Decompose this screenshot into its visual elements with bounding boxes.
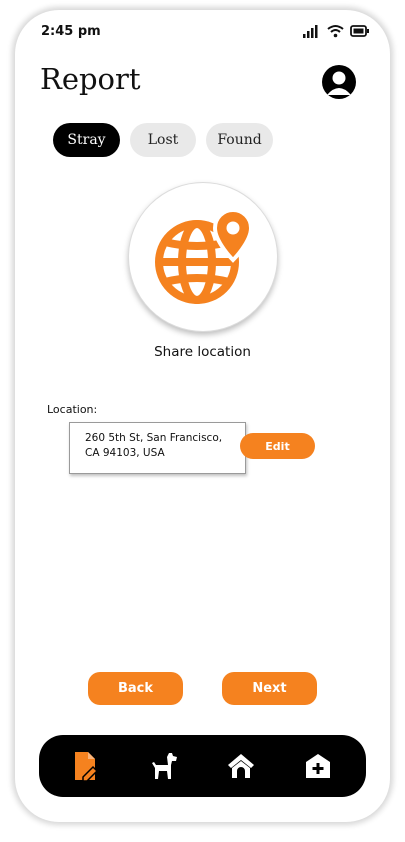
nav-item-shelter[interactable] — [300, 748, 336, 784]
edit-location-button[interactable]: Edit — [240, 433, 315, 459]
user-icon — [327, 71, 351, 95]
globe-location-pin-icon — [155, 207, 254, 304]
status-icons — [303, 24, 370, 38]
share-location-label: Share location — [154, 344, 251, 360]
report-type-tabs: Stray Lost Found — [53, 123, 273, 157]
address-line-2: CA 94103, USA — [85, 447, 165, 459]
phone-frame: 2:45 pm Report Stray Lost Found Share lo… — [15, 10, 390, 822]
status-time: 2:45 pm — [41, 24, 101, 39]
location-label: Location: — [47, 403, 98, 416]
address-line-1: 260 5th St, San Francisco, — [85, 432, 223, 444]
wifi-icon — [327, 25, 344, 38]
page-title: Report — [40, 62, 141, 96]
nav-item-home[interactable] — [223, 748, 259, 784]
back-button[interactable]: Back — [88, 672, 183, 705]
report-document-icon — [75, 752, 99, 782]
tab-stray[interactable]: Stray — [53, 123, 120, 157]
tab-found[interactable]: Found — [206, 123, 273, 157]
tab-lost[interactable]: Lost — [130, 123, 196, 157]
dog-icon — [152, 753, 178, 779]
cellular-signal-icon — [303, 25, 318, 38]
nav-item-report[interactable] — [69, 748, 105, 784]
home-icon — [227, 754, 254, 778]
nav-item-pets[interactable] — [146, 748, 182, 784]
next-button[interactable]: Next — [222, 672, 317, 705]
share-location-button[interactable] — [128, 182, 278, 332]
battery-icon — [350, 25, 369, 37]
profile-avatar[interactable] — [322, 65, 356, 99]
bottom-navigation-bar — [39, 735, 366, 797]
shelter-add-icon — [305, 754, 330, 778]
address-field[interactable]: 260 5th St, San Francisco, CA 94103, USA — [69, 422, 246, 474]
